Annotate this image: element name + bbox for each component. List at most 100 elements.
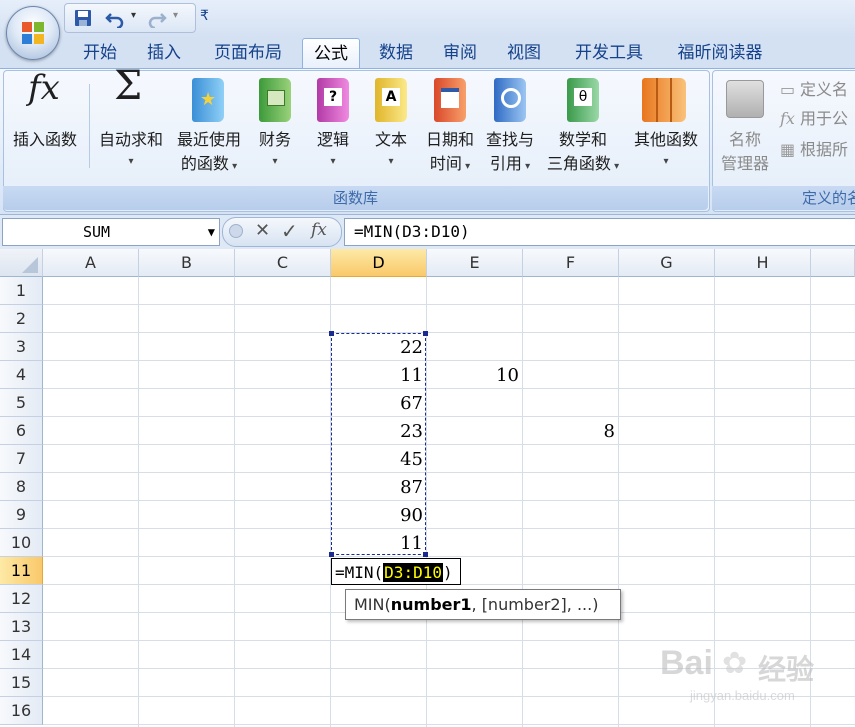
select-all-corner[interactable] xyxy=(0,249,43,277)
logical-book-icon: ? xyxy=(317,78,349,122)
name-manager-icon xyxy=(726,80,764,118)
date-time-label-2: 时间 xyxy=(429,154,462,173)
cell-E4[interactable]: 10 xyxy=(427,361,522,389)
column-header[interactable] xyxy=(811,249,855,277)
math-trig-button[interactable]: θ 数学和 三角函数 ▾ xyxy=(540,72,626,184)
row-header[interactable]: 15 xyxy=(0,669,43,697)
cell-F6[interactable]: 8 xyxy=(523,417,618,445)
use-in-formula-label: 用于公 xyxy=(800,109,849,128)
tab-data[interactable]: 数据 xyxy=(368,38,424,68)
gridline xyxy=(43,304,855,305)
quick-access-toolbar: ▾ ▾ xyxy=(64,3,196,33)
row-header[interactable]: 3 xyxy=(0,333,43,361)
gridline xyxy=(43,528,855,529)
column-header-selected[interactable]: D xyxy=(331,249,427,277)
watermark-brand-2: 经验 xyxy=(758,653,815,686)
row-header-selected[interactable]: 11 xyxy=(0,557,43,585)
enter-icon[interactable]: ✓ xyxy=(281,219,298,243)
row-header[interactable]: 7 xyxy=(0,445,43,473)
column-header[interactable]: F xyxy=(523,249,619,277)
resize-handle-icon[interactable] xyxy=(229,224,243,238)
gridline xyxy=(43,472,855,473)
name-manager-button[interactable]: 名称 管理器 xyxy=(714,72,776,184)
use-in-formula-item[interactable]: fx 用于公 xyxy=(780,107,848,131)
tab-review[interactable]: 审阅 xyxy=(432,38,488,68)
range-handle[interactable] xyxy=(329,331,334,336)
sigma-icon: Σ xyxy=(114,63,143,109)
create-from-selection-item[interactable]: ▦ 根据所 xyxy=(780,138,848,162)
create-from-selection-icon: ▦ xyxy=(780,140,796,159)
insert-function-button[interactable]: fx 插入函数 xyxy=(6,68,84,184)
lookup-reference-button[interactable]: 查找与 引用 ▾ xyxy=(480,72,540,184)
insert-function-label: 插入函数 xyxy=(12,130,77,149)
row-header[interactable]: 2 xyxy=(0,305,43,333)
function-tooltip[interactable]: MIN(number1, [number2], ...) xyxy=(345,589,621,620)
column-header[interactable]: B xyxy=(139,249,235,277)
financial-dropdown-icon: ▾ xyxy=(272,156,278,167)
tab-view[interactable]: 视图 xyxy=(496,38,552,68)
lookup-reference-label-2: 引用 xyxy=(489,154,522,173)
save-icon[interactable] xyxy=(73,8,93,28)
more-functions-dropdown-icon: ▾ xyxy=(663,156,669,167)
redo-icon[interactable] xyxy=(147,8,167,28)
gridline xyxy=(43,500,855,501)
office-logo-icon xyxy=(22,22,44,44)
tab-formulas[interactable]: 公式 xyxy=(302,38,360,69)
gridline xyxy=(43,332,855,333)
insert-function-fx-icon[interactable]: fx xyxy=(311,220,327,240)
fx-icon: fx xyxy=(28,68,60,108)
row-header[interactable]: 5 xyxy=(0,389,43,417)
range-handle[interactable] xyxy=(329,552,334,557)
more-functions-button[interactable]: 其他函数 ▾ xyxy=(626,72,706,184)
tab-developer[interactable]: 开发工具 xyxy=(560,38,658,68)
row-header[interactable]: 9 xyxy=(0,501,43,529)
range-selection-marquee xyxy=(329,331,428,557)
gridline xyxy=(43,724,855,725)
active-edit-cell[interactable]: =MIN(D3:D10) xyxy=(331,558,461,585)
name-box[interactable]: SUM ▼ xyxy=(2,218,220,246)
row-header[interactable]: 4 xyxy=(0,361,43,389)
formula-input[interactable]: =MIN(D3:D10) xyxy=(344,218,855,246)
customize-qat-icon[interactable]: ₹ xyxy=(200,8,209,24)
office-button[interactable] xyxy=(6,6,60,60)
baidu-watermark: Bai ✿ 经验 jingyan.baidu.com xyxy=(660,640,850,710)
undo-dropdown-icon[interactable]: ▾ xyxy=(131,10,136,21)
text-button[interactable]: A 文本 ▾ xyxy=(366,72,416,184)
row-header[interactable]: 14 xyxy=(0,641,43,669)
row-header[interactable]: 10 xyxy=(0,529,43,557)
undo-icon[interactable] xyxy=(105,8,125,28)
column-header[interactable]: H xyxy=(715,249,811,277)
row-header[interactable]: 12 xyxy=(0,585,43,613)
name-box-dropdown-icon[interactable]: ▼ xyxy=(208,219,215,245)
use-in-formula-icon: fx xyxy=(780,109,795,128)
tab-insert[interactable]: 插入 xyxy=(136,38,192,68)
row-header[interactable]: 6 xyxy=(0,417,43,445)
autosum-button[interactable]: Σ 自动求和 ▾ xyxy=(92,63,170,184)
date-time-button[interactable]: 日期和 时间 ▾ xyxy=(420,72,480,184)
range-handle[interactable] xyxy=(423,331,428,336)
row-header[interactable]: 16 xyxy=(0,697,43,725)
column-header[interactable]: C xyxy=(235,249,331,277)
tab-foxit-reader[interactable]: 福昕阅读器 xyxy=(664,38,776,68)
range-handle[interactable] xyxy=(423,552,428,557)
recently-used-button[interactable]: ★ 最近使用 的函数 ▾ xyxy=(170,72,248,184)
define-name-label: 定义名 xyxy=(800,80,849,99)
tab-page-layout[interactable]: 页面布局 xyxy=(200,38,296,68)
tooltip-function-name: MIN( xyxy=(354,595,391,614)
column-header[interactable]: G xyxy=(619,249,715,277)
function-library-label: 函数库 xyxy=(3,186,708,210)
row-header[interactable]: 8 xyxy=(0,473,43,501)
cancel-icon[interactable]: ✕ xyxy=(255,220,270,241)
math-trig-label-2: 三角函数 xyxy=(546,154,611,173)
define-name-item[interactable]: ▭ 定义名 xyxy=(780,78,848,102)
column-header[interactable]: E xyxy=(427,249,523,277)
financial-label: 财务 xyxy=(258,130,291,149)
gridline xyxy=(43,556,855,557)
redo-dropdown-icon[interactable]: ▾ xyxy=(173,10,178,21)
logical-button[interactable]: ? 逻辑 ▾ xyxy=(308,72,358,184)
gridline xyxy=(522,277,523,727)
column-header[interactable]: A xyxy=(43,249,139,277)
financial-button[interactable]: 财务 ▾ xyxy=(250,72,300,184)
row-header[interactable]: 1 xyxy=(0,277,43,305)
row-header[interactable]: 13 xyxy=(0,613,43,641)
